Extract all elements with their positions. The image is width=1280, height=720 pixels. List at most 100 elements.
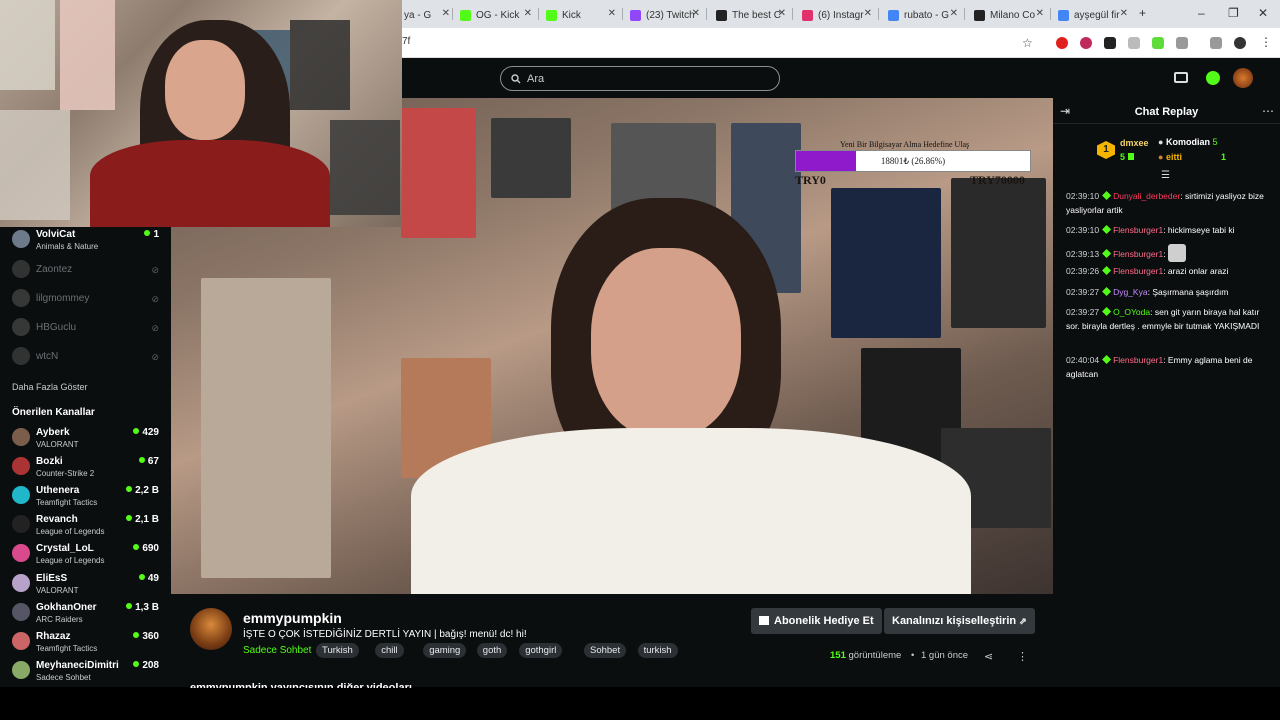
browser-tab[interactable]: OG - Kick ✕: [452, 4, 538, 26]
browser-tab[interactable]: rubato - G ✕: [880, 4, 964, 26]
channel-avatar[interactable]: [190, 608, 232, 650]
tag-chip[interactable]: chill: [375, 643, 404, 658]
battery-extension-icon[interactable]: [1152, 37, 1164, 49]
chat-message: 02:39:27 Dyg_Kya: Şaşırmana şaşırdım: [1066, 287, 1229, 297]
chat-username[interactable]: Dyg_Kya: [1113, 287, 1148, 297]
chat-username[interactable]: Flensburger1: [1113, 266, 1163, 276]
gifter-entry[interactable]: ● eitti: [1158, 152, 1182, 162]
browser-tab[interactable]: (23) Twitch ✕: [622, 4, 706, 26]
viewer-count-value: 67: [147, 456, 159, 468]
tag-chip[interactable]: goth: [476, 643, 508, 658]
channel-name: EliEsS: [36, 572, 68, 584]
live-dot-icon: [138, 573, 145, 580]
chat-username[interactable]: Flensburger1: [1113, 225, 1163, 235]
sidebar-item-wtcn[interactable]: wtcN ⊘: [0, 344, 171, 372]
expand-gifters-icon[interactable]: ☰: [1161, 170, 1170, 181]
new-tab-button[interactable]: +: [1139, 6, 1146, 20]
tag-chip[interactable]: gothgirl: [519, 643, 563, 658]
chat-menu-icon[interactable]: ⋯: [1262, 104, 1274, 118]
puzzle-icon[interactable]: [1176, 37, 1188, 49]
chat-username[interactable]: Flensburger1: [1113, 355, 1163, 365]
close-icon[interactable]: ✕: [778, 8, 786, 19]
close-icon[interactable]: ✕: [1120, 8, 1128, 19]
channel-avatar: [12, 660, 30, 679]
sidebar-item-zaontez[interactable]: Zaontez ⊘: [0, 257, 171, 285]
chat-username[interactable]: Dunyali_derbeder: [1113, 191, 1180, 201]
show-more-link[interactable]: Daha Fazla Göster: [12, 382, 88, 392]
gifter-entry[interactable]: ● Komodian 5: [1158, 137, 1217, 147]
restore-icon[interactable]: ❐: [1228, 6, 1239, 20]
url-text[interactable]: 7f: [402, 36, 410, 47]
gifter-name[interactable]: dmxee: [1120, 138, 1149, 148]
extension-icon[interactable]: [1104, 37, 1116, 49]
viewer-count: 690: [133, 543, 159, 554]
close-icon[interactable]: ✕: [692, 8, 700, 19]
sidebar-item-volvicat[interactable]: VolviCat Animals & Nature 1: [0, 227, 171, 255]
sidebar-item-rhazaz[interactable]: Rhazaz Teamfight Tactics 360: [0, 629, 171, 657]
media-control-icon[interactable]: [1210, 37, 1222, 49]
menu-kebab-icon[interactable]: ⋮: [1260, 35, 1272, 49]
sidebar-item-uthenera[interactable]: Uthenera Teamfight Tactics 2,2 B: [0, 483, 171, 511]
browser-tab[interactable]: Kick ✕: [538, 4, 622, 26]
sidebar-item-meyhanecidimitri[interactable]: MeyhaneciDimitri Sadece Sohbet 208: [0, 658, 171, 686]
chat-message: 02:40:04 Flensburger1: Emmy aglama beni d…: [1066, 355, 1253, 379]
viewer-count: 2,2 B: [126, 485, 159, 496]
viewer-count: 429: [133, 427, 159, 438]
channel-category: Teamfight Tactics: [36, 498, 98, 508]
share-icon[interactable]: ⋖: [984, 650, 993, 663]
sidebar-item-gokhanoner[interactable]: GokhanOner ARC Raiders 1,3 B: [0, 600, 171, 628]
channel-category: Counter-Strike 2: [36, 469, 95, 479]
kick-logo-icon[interactable]: [1206, 71, 1220, 85]
close-icon[interactable]: ✕: [608, 8, 616, 19]
streamer-face: [165, 40, 245, 140]
browser-tab[interactable]: Milano Co ✕: [966, 4, 1050, 26]
profile-icon[interactable]: [1234, 37, 1246, 49]
offline-icon: ⊘: [151, 265, 159, 275]
sidebar-item-hbguclu[interactable]: HBGuclu ⊘: [0, 315, 171, 343]
gift-subscription-button[interactable]: Abonelik Hediye Et: [751, 608, 882, 634]
sidebar-item-crystal_lol[interactable]: Crystal_LoL League of Legends 690: [0, 541, 171, 569]
sidebar-item-lilgmommey[interactable]: lilgmommey ⊘: [0, 286, 171, 314]
viewer-count: 1: [144, 229, 159, 240]
channel-category: ARC Raiders: [36, 614, 83, 624]
poster-image: [0, 0, 55, 90]
browser-tab[interactable]: ya - G ✕: [396, 4, 456, 26]
close-icon[interactable]: ✕: [950, 8, 958, 19]
channel-name: MeyhaneciDimitri: [36, 659, 119, 671]
close-window-icon[interactable]: ✕: [1258, 6, 1268, 20]
site-favicon-icon: [716, 9, 727, 21]
browser-tab[interactable]: (6) Instagr ✕: [794, 4, 878, 26]
tag-chip[interactable]: gaming: [423, 643, 467, 658]
user-avatar[interactable]: [1233, 68, 1253, 88]
shield-icon[interactable]: [1128, 37, 1140, 49]
search-input[interactable]: Ara: [500, 66, 780, 91]
chat-username[interactable]: O_OYoda: [1113, 307, 1150, 317]
tag-chip[interactable]: Sohbet: [584, 643, 627, 658]
more-options-icon[interactable]: ⋮: [1017, 650, 1028, 663]
browser-tab[interactable]: ayşegül fir ✕: [1050, 4, 1134, 26]
sidebar-item-ayberk[interactable]: Ayberk VALORANT 429: [0, 425, 171, 453]
search-placeholder: Ara: [527, 72, 545, 85]
close-icon[interactable]: ✕: [1036, 8, 1044, 19]
browser-tab[interactable]: The best C ✕: [708, 4, 792, 26]
opera-extension-icon[interactable]: [1056, 37, 1068, 49]
message-timestamp: 02:40:04: [1066, 355, 1100, 365]
sidebar-item-bozki[interactable]: Bozki Counter-Strike 2 67: [0, 454, 171, 482]
sidebar-item-revanch[interactable]: Revanch League of Legends 2,1 B: [0, 512, 171, 540]
channel-name: Rhazaz: [36, 630, 71, 642]
close-icon[interactable]: ✕: [524, 8, 532, 19]
extension-icon[interactable]: [1080, 37, 1092, 49]
channel-username[interactable]: emmypumpkin: [243, 610, 342, 626]
tag-chip[interactable]: Turkish: [316, 643, 359, 658]
bookmark-star-icon[interactable]: ☆: [1022, 36, 1034, 50]
category-link[interactable]: Sadece Sohbet: [243, 645, 311, 656]
sidebar-item-eliess[interactable]: EliEsS VALORANT 49: [0, 571, 171, 599]
close-icon[interactable]: ✕: [864, 8, 872, 19]
close-icon[interactable]: ✕: [442, 8, 450, 19]
customize-channel-button[interactable]: Kanalınızı kişiselleştirin ⇗: [884, 608, 1035, 634]
chat-username[interactable]: Flensburger1: [1113, 249, 1163, 259]
view-count-label: görüntüleme: [848, 650, 902, 661]
gift-box-icon[interactable]: [1174, 72, 1188, 83]
tag-chip[interactable]: turkish: [637, 643, 678, 658]
minimize-icon[interactable]: –: [1198, 6, 1205, 20]
